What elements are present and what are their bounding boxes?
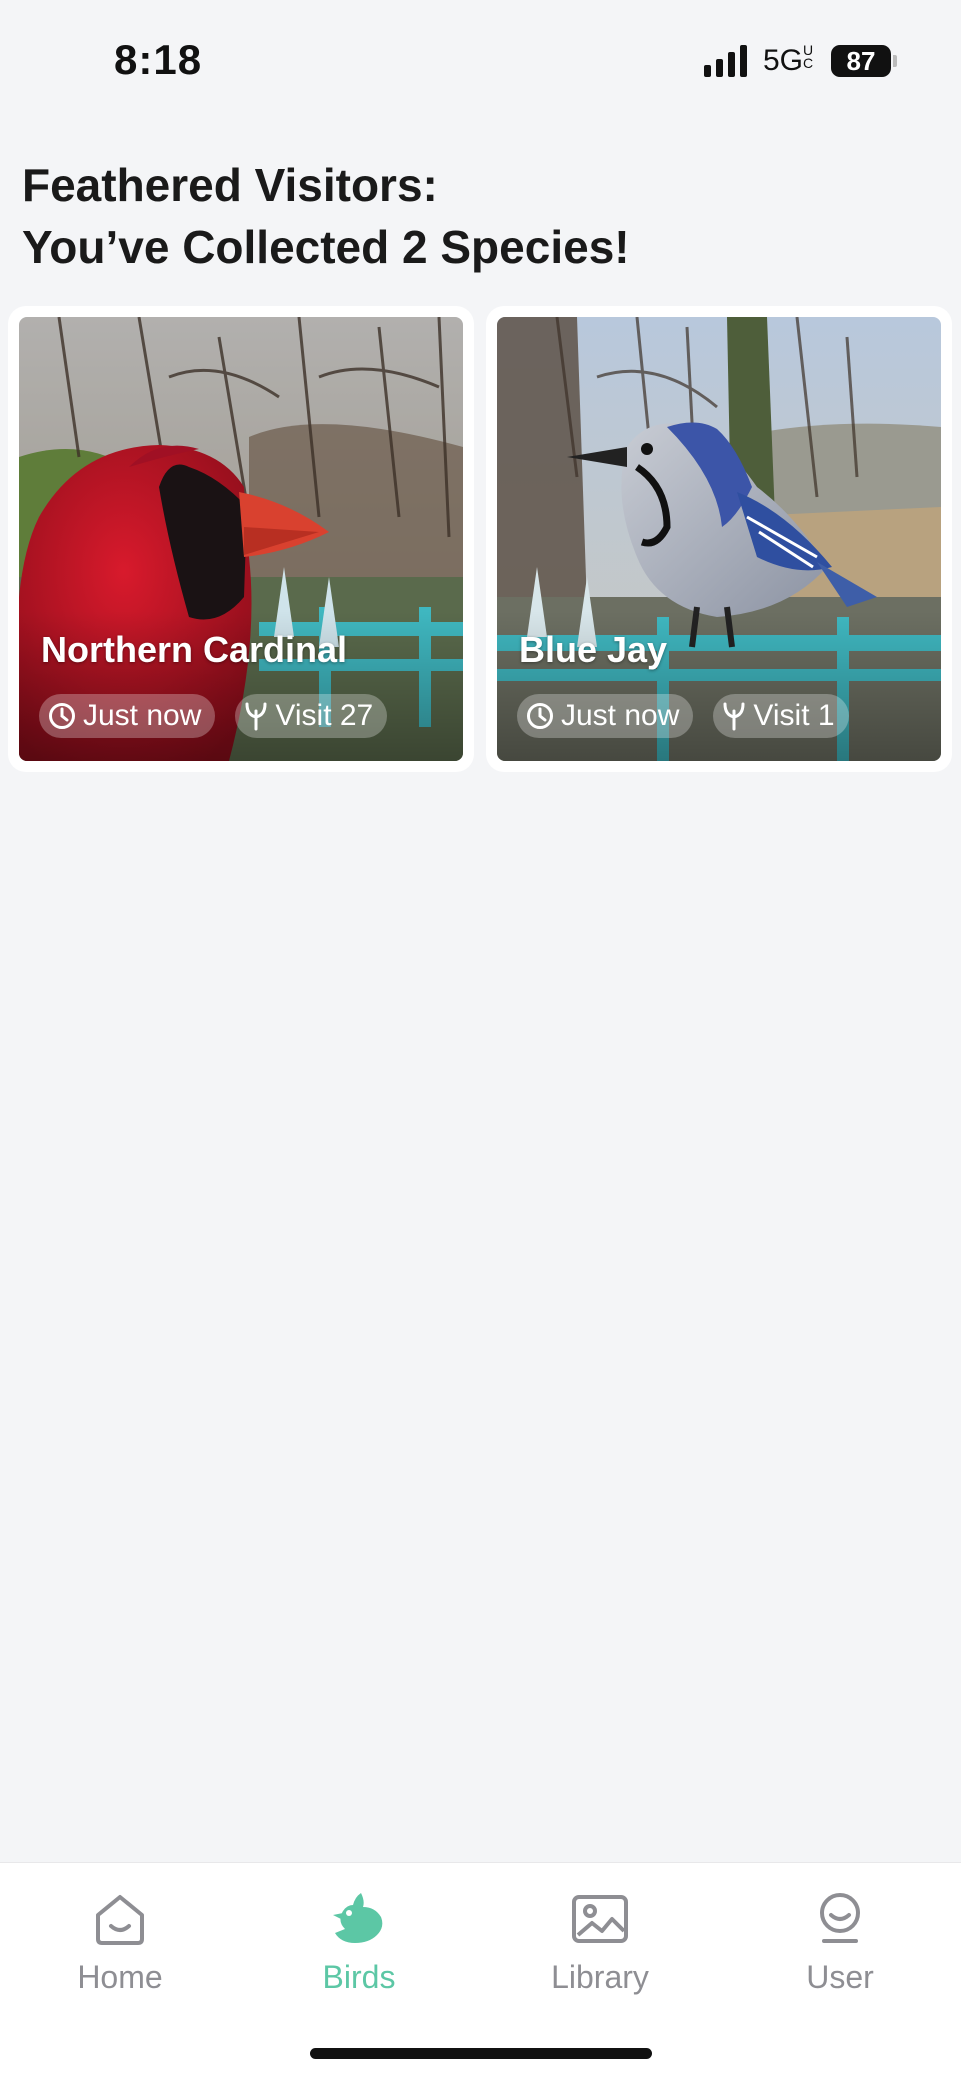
visit-chip: Visit 1 — [713, 694, 849, 738]
tab-user-label: User — [806, 1959, 874, 1995]
bird-meta: Just now Visit 27 — [39, 694, 388, 738]
page-title: Feathered Visitors: You’ve Collected 2 S… — [22, 154, 630, 278]
bird-meta: Just now Visit 1 — [517, 694, 849, 738]
network-type: 5GUC — [762, 42, 814, 77]
time-label: Just now — [561, 699, 680, 732]
time-label: Just now — [83, 699, 202, 732]
status-bar: 8:18 5GUC 87 — [0, 0, 961, 120]
status-indicators: 5GUC 87 — [703, 42, 897, 78]
tab-library-label: Library — [551, 1959, 649, 1995]
status-time: 8:18 — [114, 36, 203, 83]
tab-home-label: Home — [77, 1959, 163, 1995]
home-indicator[interactable] — [310, 2048, 652, 2059]
species-card[interactable]: Northern Cardinal Just now Visit 27 — [8, 306, 474, 772]
bird-name: Northern Cardinal — [41, 629, 348, 670]
perch-icon — [245, 702, 267, 731]
clock-icon — [527, 703, 553, 729]
user-icon — [820, 1893, 860, 1943]
network-suffix: UC — [803, 42, 814, 71]
signal-icon — [703, 45, 747, 77]
perch-icon — [723, 702, 745, 731]
tab-birds[interactable]: Birds — [259, 1863, 459, 2003]
tab-library[interactable]: Library — [500, 1863, 700, 2003]
time-chip: Just now — [517, 694, 694, 738]
clock-icon — [49, 703, 75, 729]
blue-jay-photo: Blue Jay Just now Visit 1 — [497, 317, 941, 761]
battery-level: 87 — [831, 45, 891, 77]
cardinal-photo: Northern Cardinal Just now Visit 27 — [19, 317, 463, 761]
home-icon — [96, 1895, 144, 1945]
bird-icon — [333, 1893, 383, 1943]
page-title-line-1: Feathered Visitors: — [22, 159, 438, 211]
visit-label: Visit 27 — [275, 699, 374, 732]
tab-home[interactable]: Home — [20, 1863, 220, 2003]
visit-label: Visit 1 — [753, 699, 835, 732]
image-icon — [572, 1895, 628, 1943]
tab-birds-label: Birds — [322, 1959, 396, 1995]
species-card[interactable]: Blue Jay Just now Visit 1 — [486, 306, 952, 772]
species-grid: Northern Cardinal Just now Visit 27 Blue… — [8, 306, 952, 772]
bird-name: Blue Jay — [519, 629, 668, 670]
time-chip: Just now — [39, 694, 216, 738]
visit-chip: Visit 27 — [235, 694, 388, 738]
tab-user[interactable]: User — [740, 1863, 940, 2003]
battery-icon: 87 — [831, 45, 897, 77]
page-title-line-2: You’ve Collected 2 Species! — [22, 221, 630, 273]
